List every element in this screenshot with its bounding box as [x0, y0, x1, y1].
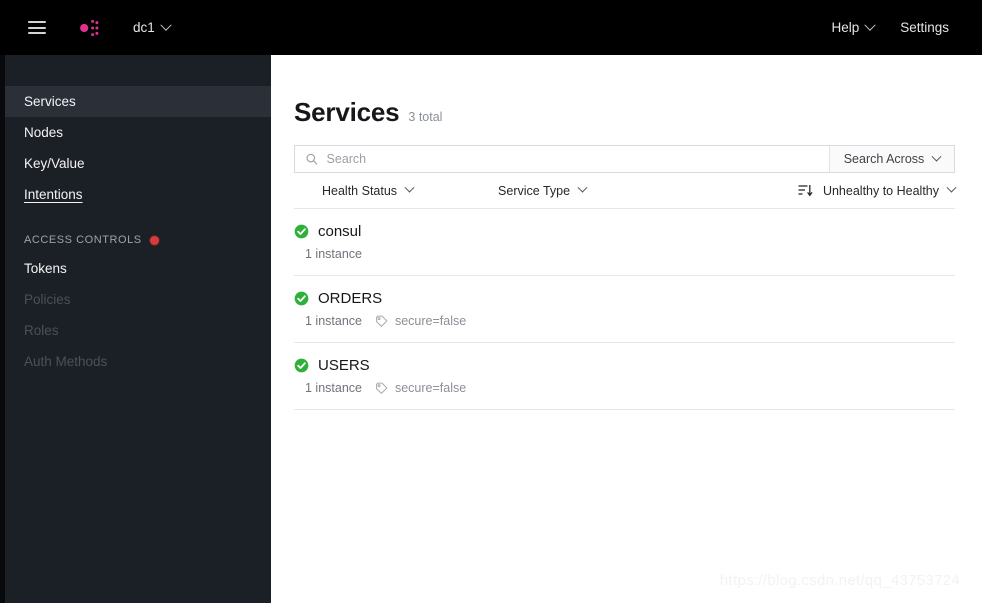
health-status-label: Health Status [322, 183, 398, 198]
sort-order-label: Unhealthy to Healthy [822, 183, 939, 198]
sidebar-navigation: Services Nodes Key/Value Intentions ACCE… [0, 55, 271, 603]
sidebar-item-label: Auth Methods [24, 354, 108, 369]
service-tag: secure=false [375, 314, 466, 328]
chevron-down-icon [160, 19, 172, 31]
sidebar-left-edge [0, 55, 5, 603]
page-title: Services [294, 97, 400, 127]
sidebar-item-services[interactable]: Services [0, 86, 271, 117]
top-header-bar: dc1 Help Settings [0, 0, 982, 55]
main-content: Services 3 total Search Across Health St… [271, 55, 982, 603]
sidebar-item-label: Policies [24, 292, 71, 307]
chevron-down-icon [577, 182, 588, 193]
sort-order-dropdown[interactable]: Unhealthy to Healthy [822, 182, 957, 198]
service-instance-count: 1 instance [305, 381, 362, 395]
sidebar-item-label: Intentions [24, 187, 83, 202]
sidebar-item-auth-methods: Auth Methods [0, 346, 271, 377]
service-name: ORDERS [318, 290, 383, 307]
settings-link[interactable]: Settings [900, 20, 949, 35]
service-type-filter[interactable]: Service Type [498, 182, 588, 198]
health-passing-icon [294, 224, 309, 239]
service-total-count: 3 total [408, 110, 443, 124]
tag-icon [376, 315, 388, 327]
top-header-actions: Help Settings [831, 19, 949, 35]
sidebar-item-label: Key/Value [24, 156, 85, 171]
search-icon [306, 153, 318, 165]
sidebar-item-label: Nodes [24, 125, 64, 140]
datacenter-label: dc1 [133, 20, 155, 35]
service-name: consul [318, 223, 362, 240]
consul-logo-icon[interactable] [68, 11, 102, 45]
settings-label: Settings [900, 20, 949, 35]
search-across-label: Search Across [843, 152, 925, 166]
service-heading: USERS [294, 357, 955, 374]
service-list-item[interactable]: consul 1 instance [294, 209, 955, 276]
service-meta: 1 instance secure=false [294, 381, 955, 395]
sidebar-item-label: Services [24, 94, 76, 109]
datacenter-selector[interactable]: dc1 [133, 19, 172, 35]
service-type-label: Service Type [498, 183, 571, 198]
access-controls-badge-icon [149, 235, 159, 245]
service-instance-count: 1 instance [305, 314, 362, 328]
sidebar-item-nodes[interactable]: Nodes [0, 117, 271, 148]
search-field[interactable] [295, 146, 829, 172]
tag-icon [376, 382, 388, 394]
sort-descending-icon [798, 185, 813, 197]
service-meta: 1 instance [294, 247, 955, 261]
chevron-down-icon [404, 182, 415, 193]
service-meta: 1 instance secure=false [294, 314, 955, 328]
service-tag-label: secure=false [394, 314, 467, 328]
search-across-dropdown[interactable]: Search Across [829, 146, 954, 172]
sidebar-item-label: Roles [24, 323, 59, 338]
sidebar-item-intentions[interactable]: Intentions [0, 179, 271, 210]
help-label: Help [831, 20, 860, 35]
sidebar-item-key-value[interactable]: Key/Value [0, 148, 271, 179]
page-header: Services 3 total [294, 97, 982, 128]
service-tag-label: secure=false [394, 381, 467, 395]
service-list-item[interactable]: ORDERS 1 instance secure=false [294, 276, 955, 343]
help-menu[interactable]: Help [831, 19, 876, 35]
filter-toolbar: Health Status Service Type Unhealthy to … [294, 173, 957, 209]
sidebar-section-access-controls: ACCESS CONTROLS [0, 227, 271, 253]
sidebar-section-label: ACCESS CONTROLS [24, 234, 142, 246]
health-status-filter[interactable]: Health Status [322, 182, 415, 198]
service-name: USERS [318, 357, 370, 374]
search-input[interactable] [326, 152, 829, 166]
watermark-text: https://blog.csdn.net/qq_43753724 [719, 572, 960, 589]
chevron-down-icon [931, 151, 942, 162]
search-bar: Search Across [294, 145, 955, 173]
sidebar-top-spacer [0, 55, 271, 86]
health-passing-icon [294, 291, 309, 306]
health-passing-icon [294, 358, 309, 373]
sidebar-item-tokens[interactable]: Tokens [0, 253, 271, 284]
service-heading: ORDERS [294, 290, 955, 307]
sort-control[interactable]: Unhealthy to Healthy [798, 182, 957, 198]
chevron-down-icon [946, 182, 957, 193]
sidebar-item-policies: Policies [0, 284, 271, 315]
hamburger-menu-icon[interactable] [28, 21, 46, 34]
sidebar-item-roles: Roles [0, 315, 271, 346]
sidebar-item-label: Tokens [24, 261, 67, 276]
service-tag: secure=false [375, 381, 466, 395]
service-instance-count: 1 instance [305, 247, 362, 261]
service-heading: consul [294, 223, 955, 240]
service-list: consul 1 instance ORDERS 1 instance secu… [294, 209, 955, 410]
chevron-down-icon [864, 19, 876, 31]
service-list-item[interactable]: USERS 1 instance secure=false [294, 343, 955, 410]
